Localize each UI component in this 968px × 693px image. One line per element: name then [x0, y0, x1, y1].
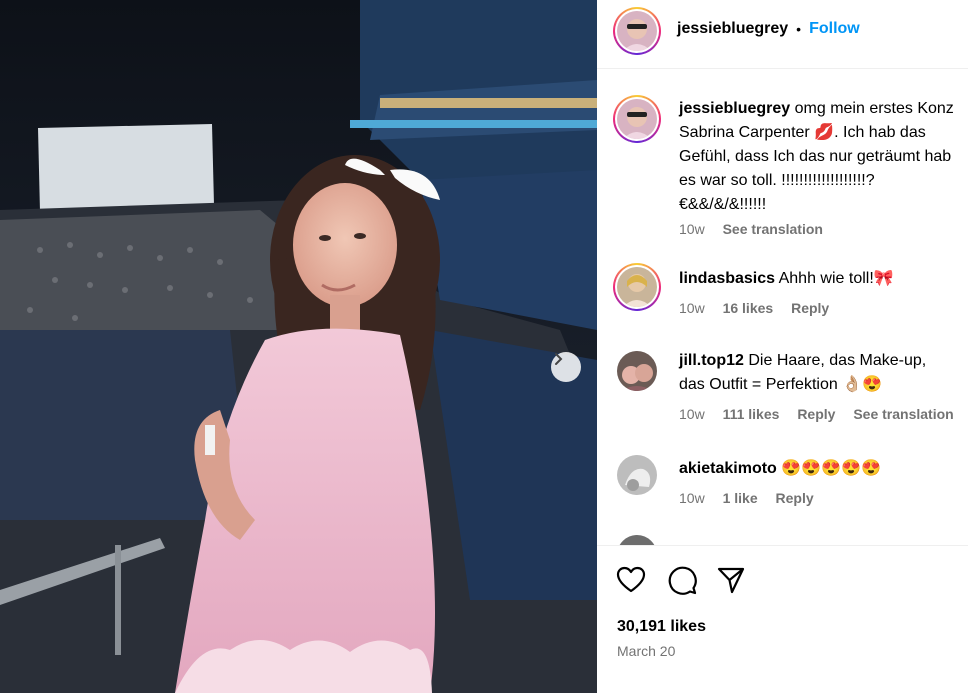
caption-line-1: omg mein erstes Konz [794, 100, 954, 117]
chevron-right-icon [555, 353, 563, 365]
like-button[interactable] [615, 564, 647, 596]
caption-line-5: €&&/&/&!!!!!! [679, 196, 767, 213]
author-avatar[interactable] [617, 11, 657, 51]
comment-item: jill.top12 Die Haare, das Make-up, das O… [597, 341, 968, 441]
caption-age[interactable]: 10w [679, 221, 705, 237]
story-ring[interactable] [613, 7, 661, 55]
comment-username[interactable]: lindasbasics [679, 270, 775, 287]
comments-list[interactable]: jessiebluegrey omg mein erstes Konz Sabr… [597, 69, 968, 545]
comment-avatar[interactable] [617, 455, 657, 495]
caption-line-4: es war so toll. !!!!!!!!!!!!!!!!!!!? [679, 172, 875, 189]
post-footer: 30,191 likes March 20 [597, 545, 968, 693]
comment-username[interactable]: akietakimoto [679, 460, 777, 477]
post-panel: jessiebluegrey • Follow jessiebluegrey o… [597, 0, 968, 693]
caption: jessiebluegrey omg mein erstes Konz Sabr… [597, 69, 968, 249]
comment-username[interactable]: jill.top12 [679, 352, 744, 369]
author-username[interactable]: jessiebluegrey [677, 20, 788, 38]
comment-age[interactable]: 10w [679, 300, 705, 316]
separator-dot: • [796, 21, 802, 37]
comment-likes[interactable]: 111 likes [723, 406, 780, 422]
comment-avatar[interactable] [617, 351, 657, 391]
post-header: jessiebluegrey • Follow [597, 0, 968, 69]
comment-avatar-partial[interactable] [617, 535, 657, 545]
reply-button[interactable]: Reply [776, 490, 814, 506]
comment-text-line-2: das Outfit = Perfektion 👌🏼😍 [679, 376, 883, 393]
comment-icon [668, 566, 697, 595]
reply-button[interactable]: Reply [791, 300, 829, 316]
see-translation-link[interactable]: See translation [723, 221, 823, 237]
share-icon [717, 567, 745, 594]
share-button[interactable] [715, 564, 747, 596]
comment-item: akietakimoto 😍😍😍😍😍 10w 1 like Reply [597, 449, 968, 529]
caption-line-2: Sabrina Carpenter 💋. Ich hab das [679, 124, 926, 141]
post-date[interactable]: March 20 [617, 643, 675, 659]
caption-line-3: Gefühl, dass Ich das nur geträumt hab [679, 148, 952, 165]
comment-avatar[interactable] [613, 263, 661, 311]
photo-illustration [0, 0, 597, 693]
caption-username[interactable]: jessiebluegrey [679, 100, 790, 117]
reply-button[interactable]: Reply [797, 406, 835, 422]
comment-age[interactable]: 10w [679, 406, 705, 422]
comment-age[interactable]: 10w [679, 490, 705, 506]
comment-likes[interactable]: 16 likes [723, 300, 774, 316]
comment-text: Die Haare, das Make-up, [748, 352, 927, 369]
comment-likes[interactable]: 1 like [723, 490, 758, 506]
comment-button[interactable] [666, 564, 698, 596]
comment-item: lindasbasics Ahhh wie toll!🎀 10w 16 like… [597, 259, 968, 339]
post-photo [0, 0, 597, 693]
comment-text: Ahhh wie toll!🎀 [778, 270, 894, 287]
comment-text: 😍😍😍😍😍 [781, 460, 881, 477]
see-translation-link[interactable]: See translation [853, 406, 953, 422]
caption-avatar[interactable] [613, 95, 661, 143]
follow-button[interactable]: Follow [809, 20, 860, 38]
likes-count[interactable]: 30,191 likes [617, 618, 706, 636]
heart-icon [616, 566, 646, 593]
next-photo-button[interactable] [551, 352, 581, 382]
